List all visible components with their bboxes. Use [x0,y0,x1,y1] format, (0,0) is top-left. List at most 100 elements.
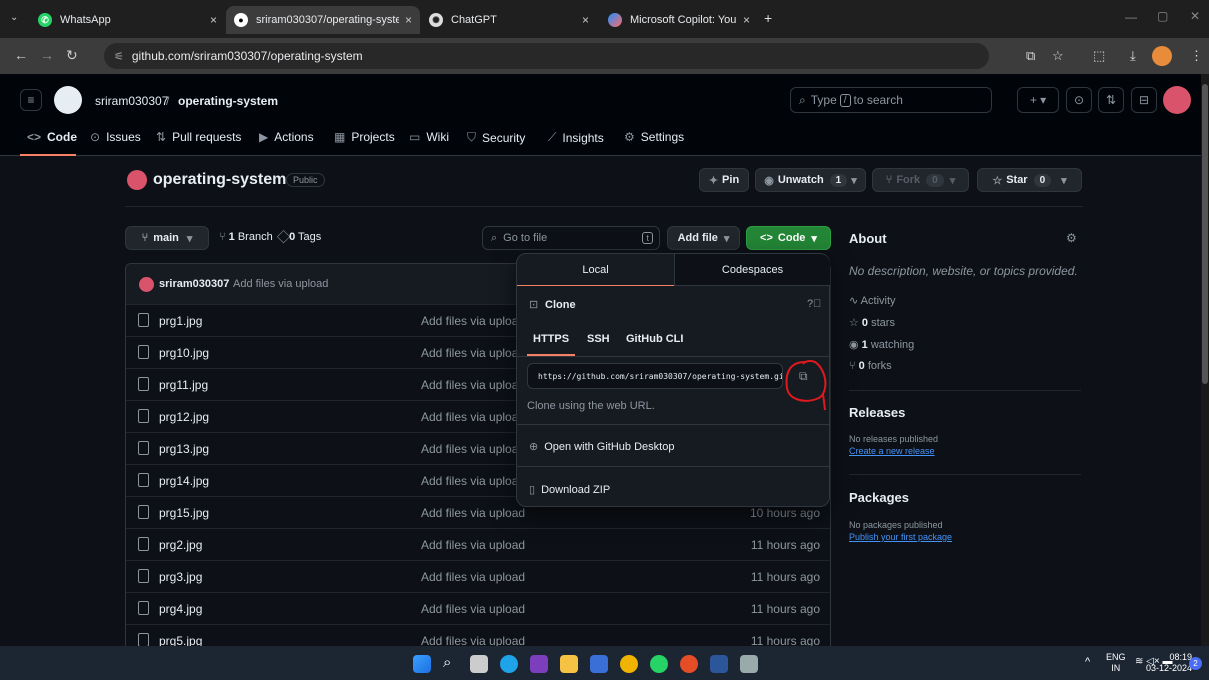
file-commit-message[interactable]: Add files via upload [421,538,525,552]
create-release-link[interactable]: Create a new release [849,446,935,456]
owner-link[interactable]: sriram030307 [95,94,168,108]
file-name[interactable]: prg12.jpg [159,410,209,424]
word-icon[interactable] [710,655,728,673]
file-name[interactable]: prg11.jpg [159,378,208,392]
user-avatar[interactable] [1163,86,1191,114]
new-tab-button[interactable]: + [764,10,772,26]
file-commit-message[interactable]: Add files via upload [421,346,525,360]
code-button[interactable]: <> Code ▾ [746,226,831,250]
unwatch-button[interactable]: ◉ Unwatch 1 ▾ [755,168,866,192]
tab-security[interactable]: ⛉ Security [467,130,525,145]
add-file-button[interactable]: Add file ▾ [667,226,740,250]
chrome-canary-icon[interactable] [680,655,698,673]
language-indicator[interactable]: ENG IN [1106,652,1126,674]
onenote-icon[interactable] [530,655,548,673]
go-to-file-input[interactable]: ⌕ Go to file t [482,226,660,250]
file-name[interactable]: prg13.jpg [159,442,209,456]
file-row[interactable]: prg4.jpg Add files via upload 11 hours ago [126,592,830,624]
releases-title[interactable]: Releases [849,405,905,420]
chrome-icon[interactable] [620,655,638,673]
close-icon[interactable]: × [582,13,589,27]
branch-select[interactable]: ⑂ main ▾ [125,226,209,250]
tab-projects[interactable]: ▦ Projects [334,130,395,144]
pull-requests-icon[interactable]: ⇅ [1098,87,1124,113]
tab-copilot[interactable]: Microsoft Copilot: Your AI comp × [600,6,758,34]
github-logo-icon[interactable] [54,86,82,114]
whatsapp-icon[interactable] [650,655,668,673]
star-button[interactable]: ☆ Star 0 ▾ [977,168,1082,192]
notification-badge[interactable]: 2 [1189,657,1202,670]
fork-button[interactable]: ⑂ Fork 0 ▾ [872,168,969,192]
chevron-up-icon[interactable]: ^ [1085,656,1090,668]
pin-button[interactable]: ✦ Pin [699,168,749,192]
close-icon[interactable]: × [405,13,412,27]
repo-name-link[interactable]: operating-system [178,94,278,108]
extensions-icon[interactable]: ⬚ [1093,48,1105,64]
browser-menu-icon[interactable]: ⋮ [1190,48,1203,64]
tab-wiki[interactable]: ▭ Wiki [409,130,449,144]
minimize-button[interactable]: — [1125,10,1137,24]
file-commit-message[interactable]: Add files via upload [421,506,525,520]
site-settings-icon[interactable]: ⚟ [114,50,124,63]
open-with-desktop-button[interactable]: ⊕ Open with GitHub Desktop [529,440,674,454]
tab-issues[interactable]: ⊙ Issues [90,130,141,144]
tab-whatsapp[interactable]: ✆ WhatsApp × [30,6,225,34]
inbox-icon[interactable]: ⊟ [1131,87,1157,113]
file-name[interactable]: prg10.jpg [159,346,209,360]
watching-link[interactable]: ◉ 1 watching [849,338,914,351]
file-commit-message[interactable]: Add files via upload [421,602,525,616]
file-commit-message[interactable]: Add files via upload [421,474,525,488]
forks-link[interactable]: ⑂ 0 forks [849,360,892,372]
tags-link[interactable]: ⃟ 0 Tags [286,231,321,244]
tab-github[interactable]: ● sriram030307/operating-system × [226,6,420,34]
scrollbar-thumb[interactable] [1202,84,1208,384]
tab-actions[interactable]: ▶ Actions [259,130,314,144]
commit-author-avatar[interactable] [139,277,154,292]
edge-icon[interactable] [500,655,518,673]
file-commit-message[interactable]: Add files via upload [421,442,525,456]
stars-link[interactable]: ☆ 0 stars [849,316,895,329]
clock[interactable]: 08:19 03-12-2024 [1144,652,1192,674]
reload-icon[interactable]: ↻ [66,47,78,64]
clone-url-field[interactable]: https://github.com/sriram030307/operatin… [527,363,783,389]
search-input[interactable]: ⌕ Type / to search [790,87,992,113]
file-name[interactable]: prg2.jpg [159,538,202,552]
close-window-button[interactable]: ✕ [1190,9,1200,23]
install-app-icon[interactable]: ⧉ [1026,48,1035,64]
file-explorer-icon[interactable] [560,655,578,673]
tab-codespaces[interactable]: Codespaces [674,254,830,286]
url-field[interactable]: ⚟ github.com/sriram030307/operating-syst… [104,43,989,69]
commit-author[interactable]: sriram030307 [159,278,229,290]
tab-chatgpt[interactable]: ✺ ChatGPT × [421,6,597,34]
file-name[interactable]: prg14.jpg [159,474,209,488]
page-scrollbar[interactable] [1201,74,1209,646]
file-commit-message[interactable]: Add files via upload [421,410,525,424]
file-name[interactable]: prg3.jpg [159,570,202,584]
download-zip-button[interactable]: ▯ Download ZIP [529,483,610,497]
hamburger-menu-icon[interactable]: ≡ [20,89,42,111]
task-view-icon[interactable] [470,655,488,673]
maximize-button[interactable]: ▢ [1157,9,1168,23]
forward-icon[interactable]: → [40,47,54,63]
tab-list-chevron-icon[interactable]: ⌄ [10,12,18,23]
app-icon[interactable] [740,655,758,673]
tab-https[interactable]: HTTPS [533,333,569,345]
tab-pull-requests[interactable]: ⇅ Pull requests [156,130,241,144]
tab-insights[interactable]: ⟋ Insights [548,130,604,145]
create-new-button[interactable]: + ▾ [1017,87,1059,113]
packages-title[interactable]: Packages [849,490,909,505]
store-icon[interactable] [590,655,608,673]
gear-icon[interactable]: ⚙ [1066,231,1077,245]
issues-icon[interactable]: ⊙ [1066,87,1092,113]
windows-start-icon[interactable] [413,655,431,673]
search-icon[interactable]: ⌕ [443,654,451,671]
close-icon[interactable]: × [210,13,217,27]
tab-local[interactable]: Local [517,254,674,286]
download-icon[interactable]: ⤓ [1130,48,1136,64]
close-icon[interactable]: × [743,13,750,27]
profile-avatar[interactable] [1152,46,1172,66]
back-icon[interactable]: ← [14,47,28,63]
file-row[interactable]: prg2.jpg Add files via upload 11 hours ago [126,528,830,560]
help-icon[interactable]: ?⃝ [807,298,821,310]
tab-code[interactable]: <> Code [27,130,77,144]
